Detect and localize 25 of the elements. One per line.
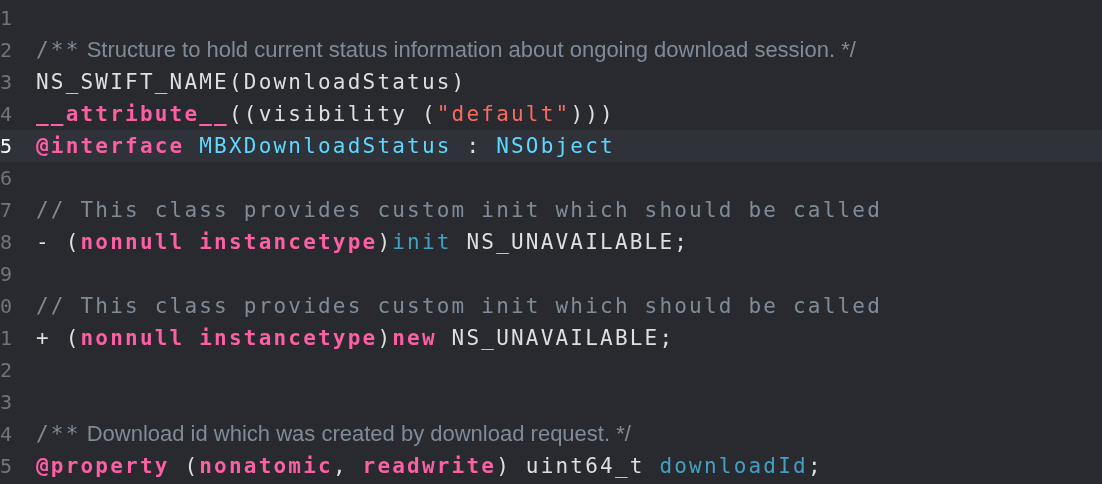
code-line: @interface MBXDownloadStatus : NSObject	[36, 134, 615, 158]
line-number: 4	[0, 102, 12, 126]
line-number: 6	[0, 166, 12, 190]
line-number: 1	[0, 6, 12, 30]
code-line: + (nonnull instancetype)new NS_UNAVAILABLE;	[36, 326, 675, 350]
line-number: 1	[0, 326, 12, 350]
code-line: - (nonnull instancetype)init NS_UNAVAILABLE;	[36, 230, 690, 254]
code-line: /** Structure to hold current status information about ongoing download session. */	[36, 37, 856, 63]
code-line: __attribute__((visibility ("default")))	[36, 102, 615, 126]
code-line: NS_SWIFT_NAME(DownloadStatus)	[36, 70, 467, 94]
code-line: @property (nonatomic, readwrite) uint64_t downloadId;	[36, 454, 823, 478]
line-number: 0	[0, 294, 12, 318]
line-number: 5	[0, 134, 12, 158]
line-number: 8	[0, 230, 12, 254]
line-number: 9	[0, 262, 12, 286]
line-number: 4	[0, 422, 12, 446]
code-line: /** Download id which was created by download request. */	[36, 421, 631, 447]
line-number: 3	[0, 70, 12, 94]
line-number: 3	[0, 390, 12, 414]
code-line: // This class provides custom init which should be called	[36, 294, 883, 318]
code-line: // This class provides custom init which should be called	[36, 198, 883, 222]
line-number: 7	[0, 198, 12, 222]
line-number: 5	[0, 454, 12, 478]
line-number: 2	[0, 358, 12, 382]
line-number: 2	[0, 38, 12, 62]
